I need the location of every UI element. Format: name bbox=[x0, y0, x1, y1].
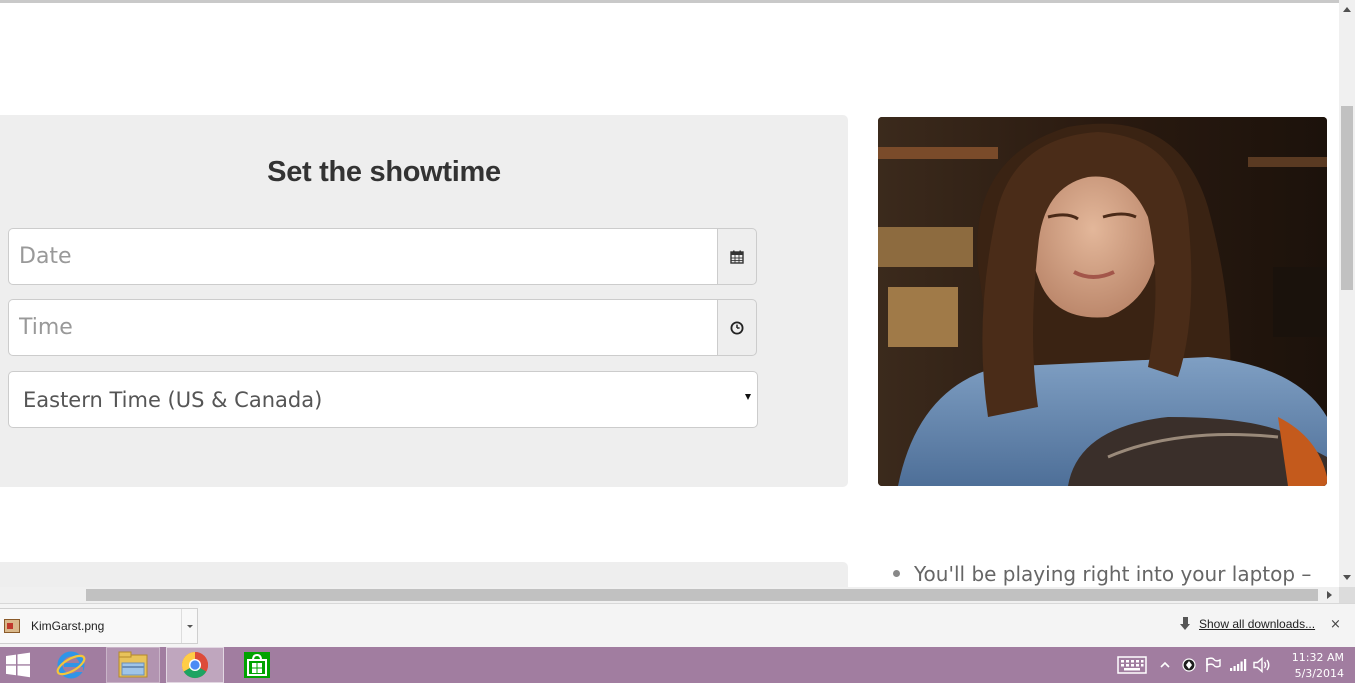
show-all-downloads-link[interactable]: Show all downloads... bbox=[1199, 617, 1315, 631]
show-all-downloads[interactable]: Show all downloads... bbox=[1180, 617, 1315, 631]
security-shield-icon bbox=[1182, 658, 1196, 672]
clock-time: 11:32 AM bbox=[1291, 651, 1344, 664]
start-button[interactable] bbox=[0, 647, 36, 683]
windows-taskbar: 11:32 AM 5/3/2014 bbox=[0, 647, 1355, 683]
touch-keyboard-button[interactable] bbox=[1117, 647, 1147, 683]
date-input-group bbox=[8, 228, 757, 285]
time-input-group bbox=[8, 299, 757, 356]
dropdown-caret-icon bbox=[745, 394, 751, 400]
taskbar-chrome[interactable] bbox=[166, 647, 224, 683]
close-downloads-bar-button[interactable]: × bbox=[1330, 617, 1341, 632]
date-input[interactable] bbox=[8, 228, 717, 285]
image-file-icon bbox=[4, 619, 20, 633]
scroll-right-arrow-icon[interactable] bbox=[1327, 591, 1332, 599]
form-title: Set the showtime bbox=[267, 156, 501, 188]
action-center-button[interactable] bbox=[1205, 647, 1221, 683]
keyboard-icon bbox=[1117, 656, 1147, 674]
timezone-selected-value: Eastern Time (US & Canada) bbox=[23, 387, 323, 412]
taskbar-internet-explorer[interactable] bbox=[48, 647, 94, 683]
date-picker-button[interactable] bbox=[717, 228, 757, 285]
downloads-bar: KimGarst.png Show all downloads... × bbox=[0, 603, 1355, 647]
scroll-up-arrow-icon[interactable] bbox=[1343, 7, 1351, 12]
page-top-border bbox=[0, 0, 1339, 3]
vertical-scrollbar[interactable] bbox=[1339, 0, 1355, 587]
browser-viewport: Set the showtime East bbox=[0, 0, 1355, 683]
clock-date: 5/3/2014 bbox=[1294, 667, 1344, 680]
network-signal-icon bbox=[1230, 659, 1247, 671]
internet-explorer-icon bbox=[56, 651, 86, 679]
horizontal-scrollbar[interactable] bbox=[0, 587, 1339, 603]
speaker-icon bbox=[1253, 657, 1270, 673]
vertical-scroll-thumb[interactable] bbox=[1341, 106, 1353, 290]
calendar-icon bbox=[730, 250, 744, 264]
chrome-icon bbox=[181, 651, 209, 679]
chevron-up-icon bbox=[1160, 661, 1170, 668]
store-icon bbox=[244, 652, 270, 678]
time-input[interactable] bbox=[8, 299, 717, 356]
flag-icon bbox=[1206, 657, 1221, 672]
timezone-select[interactable]: Eastern Time (US & Canada) bbox=[8, 371, 758, 428]
feature-list-item: You'll be playing right into your laptop… bbox=[893, 562, 1311, 586]
download-file-name: KimGarst.png bbox=[31, 619, 105, 633]
download-item[interactable]: KimGarst.png bbox=[0, 608, 198, 644]
download-arrow-icon bbox=[1180, 617, 1192, 631]
file-explorer-icon bbox=[118, 651, 148, 678]
download-menu-button[interactable] bbox=[181, 609, 197, 643]
windows-logo-icon bbox=[6, 652, 30, 678]
scrollbar-corner bbox=[1339, 587, 1355, 603]
network-button[interactable] bbox=[1229, 647, 1247, 683]
clock-icon bbox=[730, 321, 744, 334]
horizontal-scroll-thumb[interactable] bbox=[86, 589, 1318, 601]
taskbar-clock[interactable]: 11:32 AM 5/3/2014 bbox=[1282, 650, 1344, 682]
performer-photo-image bbox=[878, 117, 1327, 486]
volume-button[interactable] bbox=[1253, 647, 1271, 683]
show-hidden-icons-button[interactable] bbox=[1160, 647, 1170, 683]
taskbar-file-explorer[interactable] bbox=[106, 647, 160, 683]
bullet-icon bbox=[893, 570, 900, 577]
time-picker-button[interactable] bbox=[717, 299, 757, 356]
performer-photo bbox=[878, 117, 1327, 486]
feature-text: You'll be playing right into your laptop… bbox=[914, 562, 1312, 586]
taskbar-store[interactable] bbox=[234, 647, 280, 683]
scroll-down-arrow-icon[interactable] bbox=[1343, 575, 1351, 580]
tray-security-button[interactable] bbox=[1182, 647, 1196, 683]
